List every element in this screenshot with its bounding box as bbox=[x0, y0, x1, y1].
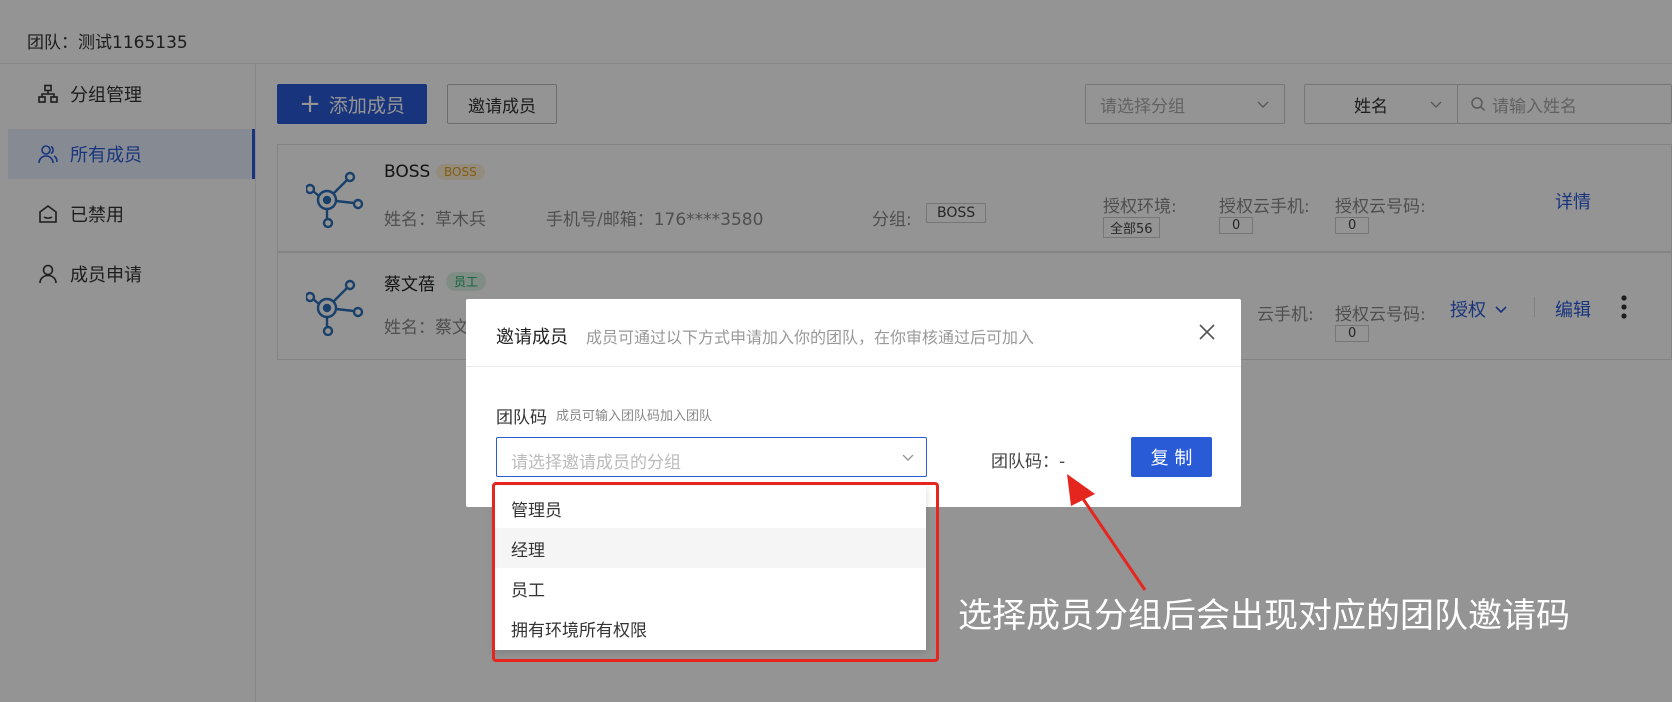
modal-title: 邀请成员 bbox=[496, 327, 568, 348]
team-code-hint: 成员可输入团队码加入团队 bbox=[556, 409, 713, 424]
modal-subtitle: 成员可通过以下方式申请加入你的团队，在你审核通过后可加入 bbox=[586, 328, 1035, 347]
annotation-text: 选择成员分组后会出现对应的团队邀请码 bbox=[958, 596, 1570, 636]
close-icon[interactable] bbox=[1197, 322, 1217, 342]
annotation-highlight-box bbox=[492, 482, 939, 662]
team-code-section-label: 团队码 bbox=[496, 408, 547, 428]
chevron-down-icon bbox=[902, 454, 914, 461]
invite-group-placeholder: 请选择邀请成员的分组 bbox=[511, 453, 681, 473]
invite-group-select[interactable]: 请选择邀请成员的分组 bbox=[496, 437, 927, 477]
annotation-arrow-icon bbox=[1067, 474, 1147, 591]
